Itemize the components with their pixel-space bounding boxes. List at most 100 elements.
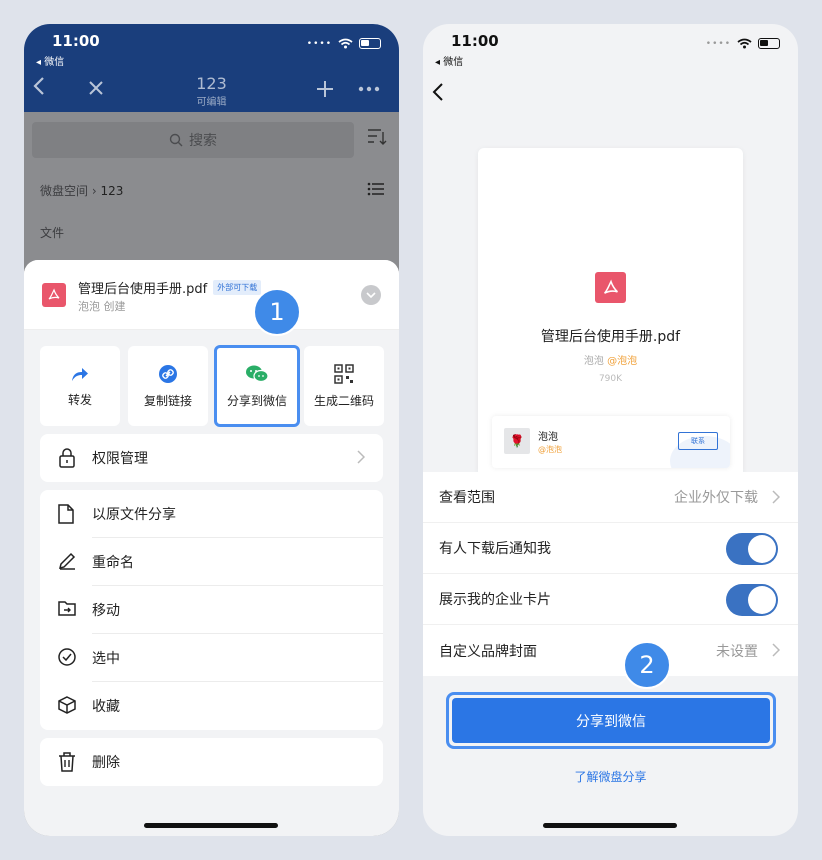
share-original-file-row[interactable]: 以原文件分享 [40,490,383,538]
chevron-right-icon [357,450,365,464]
forward-label: 转发 [67,392,92,407]
signal-icon: •••• [705,38,731,49]
document-icon [58,504,74,524]
preview-file-name: 管理后台使用手册.pdf [540,329,681,345]
share-preview-card: 管理后台使用手册.pdf 泡泡 @泡泡 790K 🌹 泡泡 @泡泡 联系 [478,148,743,478]
step-badge-2: 2 [623,641,671,689]
files-section-label: 文件 [40,226,65,240]
share-to-wechat-label: 分享到微信 [226,393,287,408]
share-to-wechat-button[interactable]: 分享到微信 [214,345,300,427]
more-icon[interactable] [358,86,380,92]
status-back-app[interactable]: ◂ 微信 [36,53,64,68]
brand-cover-row[interactable]: 自定义品牌封面 未设置 [423,625,798,676]
move-label: 移动 [92,603,120,619]
wechat-icon [246,365,269,382]
view-scope-row[interactable]: 查看范围 企业外仅下载 [423,472,798,523]
chevron-right-icon [772,643,780,657]
show-business-card-row: 展示我的企业卡片 [423,574,798,625]
business-card-preview: 🌹 泡泡 @泡泡 联系 [492,416,730,468]
preview-owner-name: 泡泡 [583,356,604,367]
list-view-icon[interactable] [367,182,385,196]
battery-icon [359,38,381,49]
notify-on-download-toggle[interactable] [726,533,778,565]
sort-icon[interactable] [367,128,387,146]
favorite-label: 收藏 [92,699,120,715]
show-business-card-label: 展示我的企业卡片 [439,592,551,608]
learn-more-link[interactable]: 了解微盘分享 [423,768,798,785]
lock-icon [59,448,75,468]
permission-label: 权限管理 [92,451,148,467]
permission-row[interactable]: 权限管理 [40,434,383,482]
breadcrumb: 微盘空间 › 123 [40,182,123,199]
search-input[interactable]: 搜索 [32,122,354,158]
preview-owner-org: @泡泡 [607,356,638,367]
top-bar: 11:00 ◂ 微信 •••• 123 可编辑 [24,24,399,112]
back-chevron-icon[interactable] [431,82,445,102]
show-business-card-toggle[interactable] [726,584,778,616]
share-to-wechat-button[interactable]: 分享到微信 [452,698,770,743]
pdf-icon [595,272,626,303]
delete-row[interactable]: 删除 [40,738,383,786]
trash-icon [59,752,75,772]
signal-icon: •••• [306,38,332,49]
qr-code-icon [334,363,354,384]
pencil-icon [58,552,76,570]
search-icon [169,133,183,147]
home-indicator[interactable] [543,823,677,828]
forward-button[interactable]: 转发 [40,346,120,426]
view-scope-value: 企业外仅下载 [674,490,758,506]
view-scope-label: 查看范围 [439,490,495,506]
action-sheet: 管理后台使用手册.pdf 外部可下载 泡泡 创建 转发 复制链接 分享到微信 生… [24,260,399,836]
card-org: @泡泡 [538,445,562,454]
move-row[interactable]: 移动 [40,586,383,634]
preview-file-size: 790K [598,374,623,384]
notify-on-download-label: 有人下载后通知我 [439,541,551,557]
step-badge-1: 1 [253,288,301,336]
brand-cover-value: 未设置 [716,643,758,660]
avatar: 🌹 [504,428,530,454]
rename-label: 重命名 [92,555,134,571]
notify-on-download-row: 有人下载后通知我 [423,523,798,574]
folder-subtitle: 可编辑 [196,97,227,108]
select-label: 选中 [92,651,120,667]
qr-code-button[interactable]: 生成二维码 [304,346,384,426]
preview-owner: 泡泡 @泡泡 [478,352,743,367]
file-title: 管理后台使用手册.pdf 外部可下载 [78,278,262,297]
nav-title: 123 可编辑 [24,74,399,108]
status-time: 11:00 [52,32,100,50]
select-row[interactable]: 选中 [40,634,383,682]
delete-card: 删除 [40,738,383,786]
breadcrumb-root[interactable]: 微盘空间 [40,184,88,198]
status-back-app[interactable]: ◂ 微信 [435,53,463,68]
share-original-file-label: 以原文件分享 [92,507,176,523]
folder-title: 123 [196,74,227,93]
collapse-button[interactable] [361,285,381,305]
copy-link-label: 复制链接 [143,393,192,408]
status-time: 11:00 [451,32,499,50]
left-phone-screen: 11:00 ◂ 微信 •••• 123 可编辑 搜索 微盘空间 › 123 文件 [24,24,399,836]
battery-icon [758,38,780,49]
qr-code-label: 生成二维码 [313,393,374,408]
home-indicator[interactable] [144,823,278,828]
status-icons: •••• [307,38,381,49]
permission-card: 权限管理 [40,434,383,482]
share-settings: 查看范围 企业外仅下载 有人下载后通知我 展示我的企业卡片 自定义品牌封面 未设… [423,472,798,676]
favorite-row[interactable]: 收藏 [40,682,383,730]
contact-button: 联系 [678,432,718,450]
card-name: 泡泡 [538,432,558,443]
wifi-icon [737,38,752,49]
file-meta: 泡泡 创建 [78,300,126,313]
chevron-down-icon [366,292,376,298]
check-circle-icon [58,648,76,666]
copy-link-button[interactable]: 复制链接 [128,346,208,426]
cube-icon [58,696,76,714]
link-icon [159,364,177,383]
add-icon[interactable] [316,80,334,98]
pdf-icon [42,283,66,307]
forward-icon [72,367,88,381]
status-icons: •••• [706,38,780,49]
rename-row[interactable]: 重命名 [40,538,383,586]
chevron-right-icon [772,490,780,504]
file-actions-card: 以原文件分享 重命名 移动 选中 收藏 [40,490,383,730]
right-phone-screen: 11:00 ◂ 微信 •••• 管理后台使用手册.pdf 泡泡 @泡泡 790K… [423,24,798,836]
